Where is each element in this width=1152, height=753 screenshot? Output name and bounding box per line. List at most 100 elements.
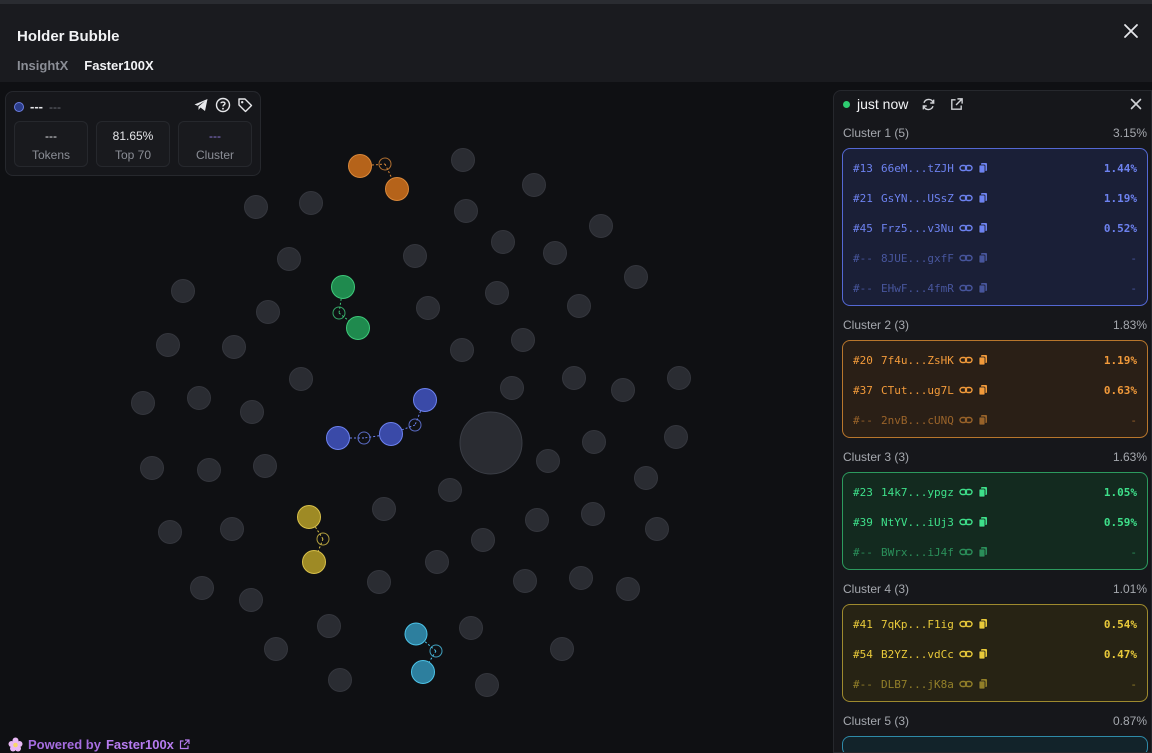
- holder-bubble[interactable]: [664, 425, 688, 449]
- holder-bubble[interactable]: [277, 247, 301, 271]
- cluster-bubble[interactable]: [331, 275, 355, 299]
- holder-bubble[interactable]: [522, 173, 546, 197]
- copy-icon[interactable]: [976, 252, 990, 264]
- cluster-box-3[interactable]: #23 14k7...ypgz 1.05% #39 NtYV...iUj3 0.59% #-…: [842, 472, 1148, 570]
- holder-row[interactable]: #41 7qKp...F1ig 0.54%: [853, 616, 1137, 632]
- holder-bubble[interactable]: [451, 148, 475, 172]
- holder-address[interactable]: 2nvB...cUNQ: [881, 414, 959, 427]
- holder-bubble[interactable]: [140, 456, 164, 480]
- holder-bubble[interactable]: [485, 281, 509, 305]
- holder-bubble[interactable]: [567, 294, 591, 318]
- cluster-bubble[interactable]: [326, 426, 350, 450]
- powered-by-brand[interactable]: Faster100x: [106, 737, 174, 752]
- holder-address[interactable]: GsYN...USsZ: [881, 192, 959, 205]
- link-icon[interactable]: [959, 384, 973, 396]
- holder-row[interactable]: #20 7f4u...ZsHK 1.19%: [853, 352, 1137, 368]
- holder-bubble[interactable]: [416, 296, 440, 320]
- holder-bubble[interactable]: [197, 458, 221, 482]
- link-icon[interactable]: [959, 546, 973, 558]
- holder-bubble-large[interactable]: [459, 411, 523, 475]
- holder-bubble[interactable]: [634, 466, 658, 490]
- link-icon[interactable]: [959, 192, 973, 204]
- copy-icon[interactable]: [976, 384, 990, 396]
- holder-bubble[interactable]: [438, 478, 462, 502]
- holder-bubble[interactable]: [616, 577, 640, 601]
- holder-address[interactable]: 66eM...tZJH: [881, 162, 959, 175]
- bubble-map[interactable]: [0, 82, 832, 753]
- link-icon[interactable]: [959, 222, 973, 234]
- link-icon[interactable]: [959, 678, 973, 690]
- holder-bubble[interactable]: [317, 614, 341, 638]
- holder-bubble[interactable]: [543, 241, 567, 265]
- copy-icon[interactable]: [976, 162, 990, 174]
- holder-row[interactable]: #45 Frz5...v3Nu 0.52%: [853, 220, 1137, 236]
- holder-bubble[interactable]: [220, 517, 244, 541]
- cluster-bubble[interactable]: [385, 177, 409, 201]
- link-icon[interactable]: [959, 282, 973, 294]
- copy-icon[interactable]: [976, 414, 990, 426]
- cluster-bubble[interactable]: [413, 388, 437, 412]
- holder-bubble[interactable]: [171, 279, 195, 303]
- holder-address[interactable]: 8JUE...gxfF: [881, 252, 959, 265]
- holder-bubble[interactable]: [156, 333, 180, 357]
- holder-bubble[interactable]: [299, 191, 323, 215]
- copy-icon[interactable]: [976, 618, 990, 630]
- holder-bubble[interactable]: [500, 376, 524, 400]
- holder-bubble[interactable]: [425, 550, 449, 574]
- holder-address[interactable]: 7qKp...F1ig: [881, 618, 959, 631]
- holder-bubble[interactable]: [550, 637, 574, 661]
- bubble-svg[interactable]: [0, 82, 832, 753]
- cluster-box-1[interactable]: #13 66eM...tZJH 1.44% #21 GsYN...USsZ 1.19% #4…: [842, 148, 1148, 306]
- copy-icon[interactable]: [976, 282, 990, 294]
- holder-row[interactable]: #-- EHwF...4fmR -: [853, 280, 1137, 296]
- copy-icon[interactable]: [976, 546, 990, 558]
- holder-row[interactable]: #-- 8JUE...gxfF -: [853, 250, 1137, 266]
- holder-bubble[interactable]: [491, 230, 515, 254]
- holder-bubble[interactable]: [403, 244, 427, 268]
- cluster-bubble[interactable]: [297, 505, 321, 529]
- holder-bubble[interactable]: [536, 449, 560, 473]
- holder-bubble[interactable]: [239, 588, 263, 612]
- holder-bubble[interactable]: [611, 378, 635, 402]
- holder-bubble[interactable]: [264, 637, 288, 661]
- holder-bubble[interactable]: [222, 335, 246, 359]
- holder-row[interactable]: #-- DLB7...jK8a -: [853, 676, 1137, 692]
- copy-icon[interactable]: [976, 516, 990, 528]
- holder-bubble[interactable]: [256, 300, 280, 324]
- holder-row[interactable]: #23 14k7...ypgz 1.05%: [853, 484, 1137, 500]
- cluster-bubble[interactable]: [346, 316, 370, 340]
- holder-address[interactable]: Frz5...v3Nu: [881, 222, 959, 235]
- holder-row[interactable]: #37 CTut...ug7L 0.63%: [853, 382, 1137, 398]
- tab-faster100x[interactable]: Faster100X: [84, 58, 153, 73]
- holder-bubble[interactable]: [624, 265, 648, 289]
- holder-bubble[interactable]: [240, 400, 264, 424]
- panel-close-icon[interactable]: [1129, 97, 1143, 111]
- external-link-icon[interactable]: [949, 97, 964, 112]
- holder-address[interactable]: DLB7...jK8a: [881, 678, 959, 691]
- holder-bubble[interactable]: [525, 508, 549, 532]
- cluster-box-4[interactable]: #41 7qKp...F1ig 0.54% #54 B2YZ...vdCc 0.47% #-…: [842, 604, 1148, 702]
- powered-by[interactable]: Powered by Faster100x: [8, 737, 190, 752]
- holder-bubble[interactable]: [131, 391, 155, 415]
- holder-bubble[interactable]: [289, 367, 313, 391]
- cluster-bubble[interactable]: [404, 622, 428, 646]
- tab-insightx[interactable]: InsightX: [17, 58, 68, 73]
- holder-bubble[interactable]: [475, 673, 499, 697]
- holder-address[interactable]: NtYV...iUj3: [881, 516, 959, 529]
- refresh-icon[interactable]: [921, 97, 936, 112]
- cluster-bubble[interactable]: [379, 422, 403, 446]
- holder-row[interactable]: #39 NtYV...iUj3 0.59%: [853, 514, 1137, 530]
- cluster-box-2[interactable]: #20 7f4u...ZsHK 1.19% #37 CTut...ug7L 0.63% #-…: [842, 340, 1148, 438]
- holder-row[interactable]: #21 GsYN...USsZ 1.19%: [853, 190, 1137, 206]
- holder-bubble[interactable]: [372, 497, 396, 521]
- holder-bubble[interactable]: [190, 576, 214, 600]
- link-icon[interactable]: [959, 648, 973, 660]
- link-icon[interactable]: [959, 162, 973, 174]
- holder-row[interactable]: #13 66eM...tZJH 1.44%: [853, 160, 1137, 176]
- copy-icon[interactable]: [976, 354, 990, 366]
- holder-bubble[interactable]: [244, 195, 268, 219]
- close-icon[interactable]: [1120, 20, 1142, 42]
- holder-bubble[interactable]: [511, 328, 535, 352]
- holder-bubble[interactable]: [454, 199, 478, 223]
- telegram-icon[interactable]: [193, 97, 209, 113]
